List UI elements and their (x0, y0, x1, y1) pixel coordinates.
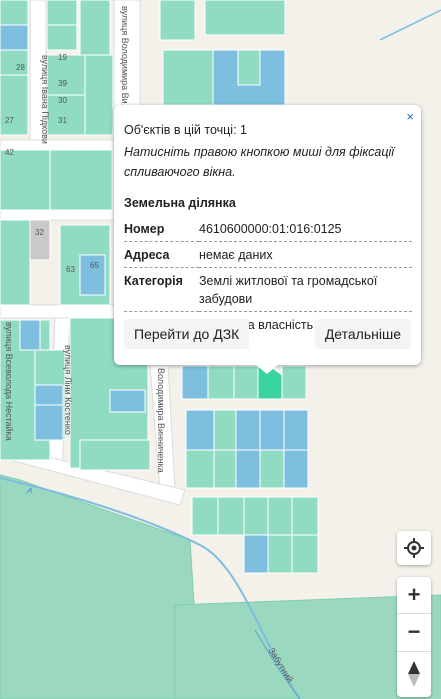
parcel-number: 63 (66, 265, 75, 274)
compass-icon (408, 661, 420, 687)
table-row: Адреса немає даних (124, 241, 412, 268)
object-count-text: Об'єктів в цій точці: 1 (124, 123, 247, 137)
parcel-number: 19 (58, 53, 67, 62)
attribute-value: Землі житлової та громадської забудови (199, 267, 412, 312)
parcel-number: 27 (5, 116, 14, 125)
close-icon[interactable]: × (406, 110, 414, 123)
table-row: Номер 4610600000:01:016:0125 (124, 216, 412, 242)
parcel-info-popup: × Об'єктів в цій точці: 1 Натисніть прав… (114, 105, 421, 365)
street-label: вулиця Ліни Костенко (63, 345, 73, 435)
parcels-northeast (159, 0, 286, 106)
zoom-out-button[interactable]: − (397, 613, 431, 650)
compass-button[interactable] (397, 651, 431, 696)
parcel-number: 32 (35, 228, 44, 237)
popup-hint-text: Натисніть правою кнопкою миші для фіксац… (124, 145, 395, 179)
details-button[interactable]: Детальніше (314, 319, 411, 349)
popup-tip (255, 364, 279, 374)
parcel-number: 39 (58, 79, 67, 88)
zoom-in-button[interactable]: + (397, 577, 431, 613)
locate-button[interactable] (397, 531, 431, 565)
street-label: вулиця Івана Підкови (40, 55, 50, 144)
waterway-marker-icon: ⩘ (26, 485, 32, 496)
attribute-key: Адреса (124, 241, 199, 268)
parcels-east (181, 365, 319, 574)
parcel-number: 42 (5, 148, 14, 157)
park-area-west (0, 474, 201, 699)
parcel-number: 30 (58, 96, 67, 105)
go-to-dzk-button[interactable]: Перейти до ДЗК (124, 319, 250, 349)
parcel-number: 28 (16, 63, 25, 72)
street-label: вулиця Володимира Ви... (120, 6, 130, 111)
table-row: Категорія Землі житлової та громадської … (124, 267, 412, 312)
street-label: вулиця Всеволода Нестайка (4, 322, 14, 441)
attribute-value: 4610600000:01:016:0125 (199, 216, 412, 242)
parcel-number: 31 (58, 116, 67, 125)
parcel-number: 65 (90, 261, 99, 270)
locate-crosshair-icon (404, 538, 424, 558)
section-title: Земельна ділянка (124, 196, 236, 210)
parcels-northwest (0, 0, 114, 306)
zoom-controls: + − (397, 577, 431, 697)
attribute-key: Категорія (124, 267, 199, 312)
attribute-key: Номер (124, 216, 199, 242)
street-label: Володимира Винниченка (156, 368, 166, 473)
stream-line-ne (379, 9, 441, 41)
attribute-value: немає даних (199, 241, 412, 268)
